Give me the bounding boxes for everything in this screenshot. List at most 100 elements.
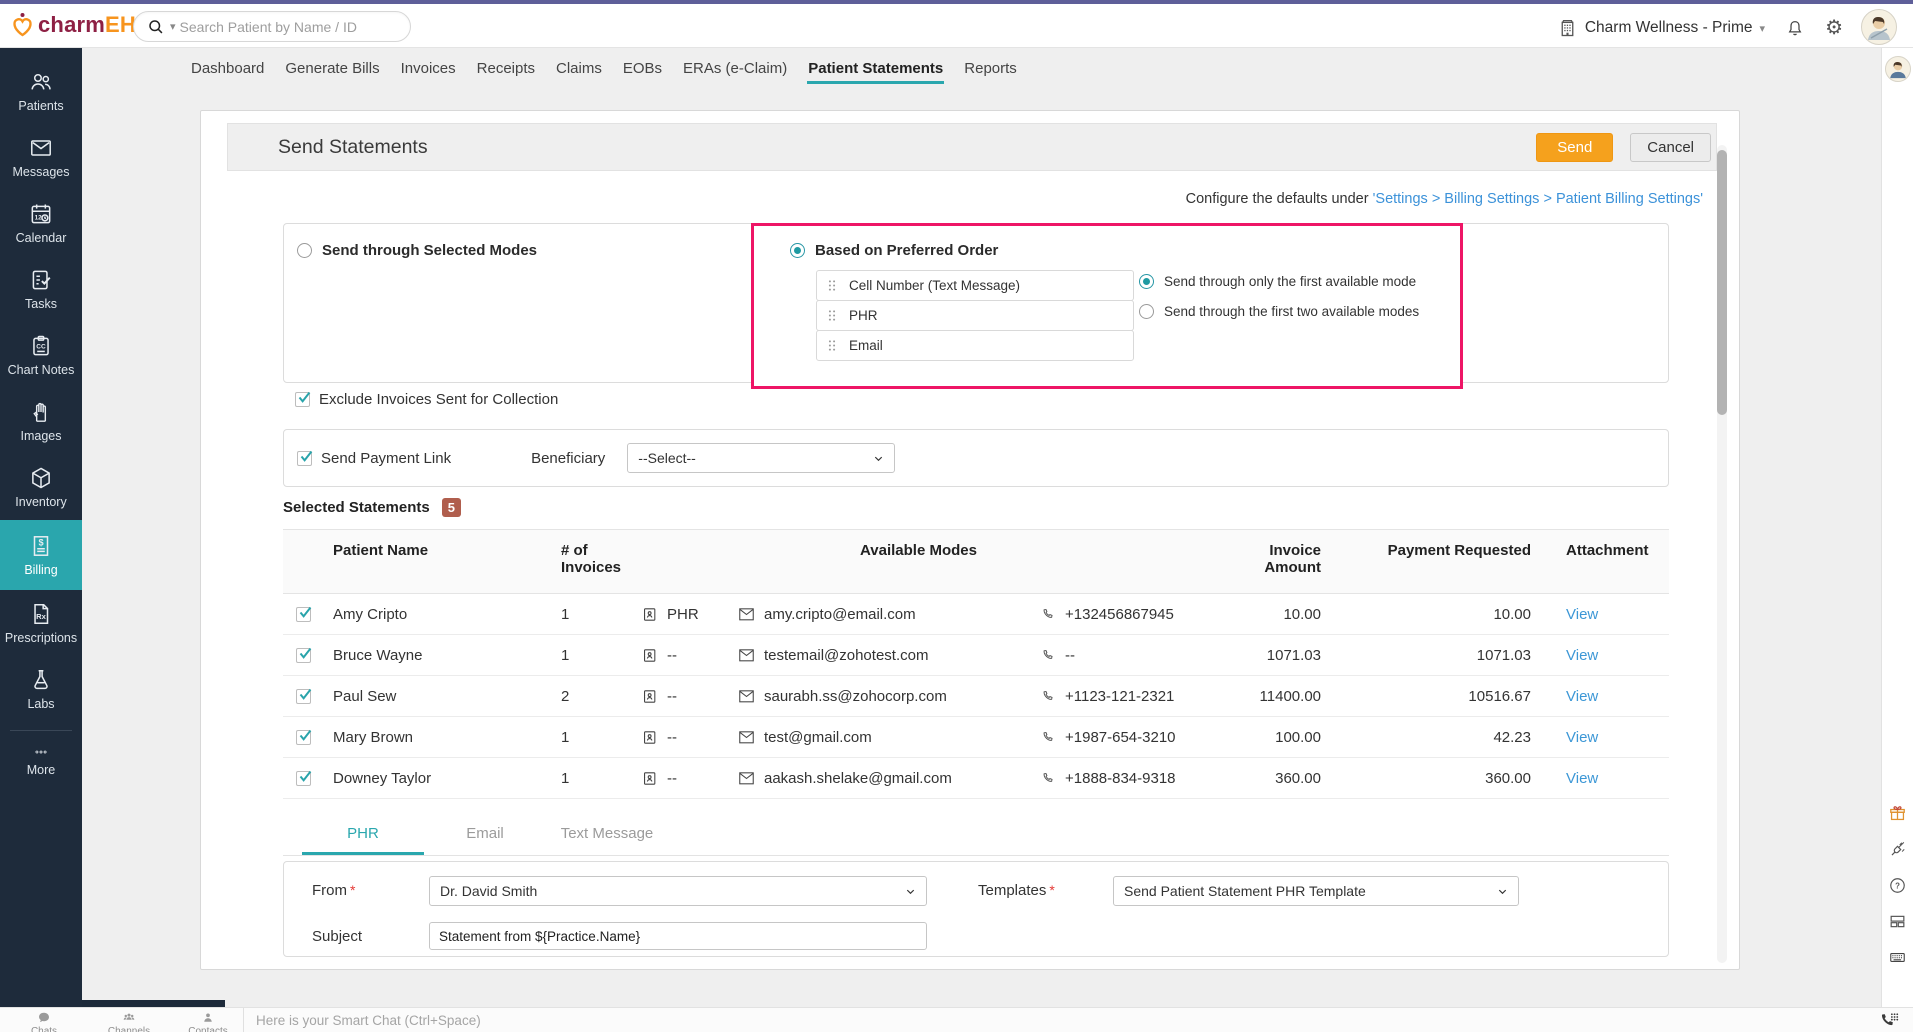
tab-claims[interactable]: Claims — [555, 50, 603, 84]
help-icon[interactable]: ? — [1888, 876, 1907, 895]
flask-icon — [28, 667, 54, 693]
sidebar-item-chart-notes[interactable]: CC Chart Notes — [0, 322, 82, 388]
tab-phr[interactable]: PHR — [302, 814, 424, 855]
cube-icon — [28, 465, 54, 491]
email-mode-cell: testemail@zohotest.com — [738, 647, 1041, 664]
tab-text-message[interactable]: Text Message — [546, 814, 668, 855]
tab-reports[interactable]: Reports — [963, 50, 1018, 84]
phone-mode-cell: -- — [1041, 647, 1251, 664]
sidebar-item-tasks[interactable]: Tasks — [0, 256, 82, 322]
sidebar-item-billing[interactable]: $ Billing — [0, 520, 82, 590]
first-available-radio[interactable] — [1139, 274, 1154, 289]
mail-icon — [738, 730, 755, 745]
sidebar-item-more[interactable]: More — [0, 735, 82, 787]
sidebar-item-labs[interactable]: Labs — [0, 656, 82, 722]
view-link[interactable]: View — [1566, 647, 1598, 664]
from-select[interactable]: Dr. David Smith — [429, 876, 927, 906]
tab-eobs[interactable]: EOBs — [622, 50, 663, 84]
templates-select[interactable]: Send Patient Statement PHR Template — [1113, 876, 1519, 906]
subject-input[interactable] — [429, 922, 927, 950]
patient-search[interactable]: ▾ — [133, 11, 411, 42]
drag-handle-icon[interactable] — [827, 308, 837, 323]
charm-heart-icon — [10, 12, 34, 38]
user-avatar[interactable] — [1861, 9, 1897, 45]
view-link[interactable]: View — [1566, 770, 1598, 787]
chat-bubble-icon — [37, 1011, 51, 1025]
row-checkbox[interactable] — [296, 730, 311, 745]
tab-generate-bills[interactable]: Generate Bills — [284, 50, 380, 84]
smart-chat-input[interactable] — [256, 1008, 1656, 1032]
exclude-invoices-checkbox[interactable] — [295, 392, 310, 407]
sidebar-item-prescriptions[interactable]: Rx Prescriptions — [0, 590, 82, 656]
preferred-order-radio[interactable] — [790, 243, 805, 258]
view-link[interactable]: View — [1566, 688, 1598, 705]
sidebar-item-calendar[interactable]: 12 Calendar — [0, 190, 82, 256]
invoice-count-cell: 1 — [561, 729, 641, 746]
contact-card-icon — [641, 729, 658, 746]
tab-receipts[interactable]: Receipts — [476, 50, 536, 84]
contacts-button[interactable]: Contacts — [182, 1011, 234, 1032]
tab-patient-statements[interactable]: Patient Statements — [807, 50, 944, 84]
chart-notes-icon: CC — [28, 333, 54, 359]
billing-settings-link[interactable]: 'Settings > Billing Settings > Patient B… — [1373, 191, 1703, 207]
statements-table-header: Patient Name # of Invoices Available Mod… — [283, 529, 1669, 594]
selected-modes-radio[interactable] — [297, 243, 312, 258]
tab-email[interactable]: Email — [424, 814, 546, 855]
phr-mode-cell: PHR — [641, 606, 738, 623]
channels-button[interactable]: Channels — [100, 1011, 158, 1032]
sidebar-item-messages[interactable]: Messages — [0, 124, 82, 190]
gift-icon[interactable] — [1888, 804, 1907, 823]
tab-dashboard[interactable]: Dashboard — [190, 50, 265, 84]
invoice-count-cell: 1 — [561, 647, 641, 664]
calendar-icon: 12 — [28, 201, 54, 227]
phone-mode-cell: +132456867945 — [1041, 606, 1251, 623]
contact-person-icon — [201, 1011, 215, 1025]
statements-table-body: Amy Cripto 1 PHR amy.cripto@email.com +1… — [283, 594, 1669, 799]
col-invoice-amount: Invoice Amount — [1251, 530, 1331, 593]
preferred-order-list: Cell Number (Text Message) PHR Email — [816, 270, 1134, 361]
settings-gear-icon[interactable]: ⚙ — [1825, 18, 1843, 38]
view-link[interactable]: View — [1566, 729, 1598, 746]
chats-button[interactable]: Chats — [22, 1011, 66, 1032]
preferred-item-phr[interactable]: PHR — [816, 300, 1134, 331]
search-input[interactable] — [180, 19, 398, 35]
send-payment-link-checkbox[interactable] — [297, 451, 312, 466]
keyboard-icon[interactable] — [1888, 948, 1907, 967]
table-row: Paul Sew 2 -- saurabh.ss@zohocorp.com +1… — [283, 676, 1669, 717]
plug-icon[interactable] — [1888, 840, 1907, 859]
panel-scrollbar-thumb[interactable] — [1717, 150, 1727, 415]
notifications-bell-icon[interactable] — [1785, 18, 1805, 39]
col-available-modes: Available Modes — [641, 530, 1251, 593]
row-checkbox[interactable] — [296, 771, 311, 786]
panels-icon[interactable] — [1888, 912, 1907, 931]
org-selector[interactable]: Charm Wellness - Prime ▾ — [1557, 18, 1765, 39]
sidebar-item-inventory[interactable]: Inventory — [0, 454, 82, 520]
row-checkbox[interactable] — [296, 607, 311, 622]
preferred-item-cell-number[interactable]: Cell Number (Text Message) — [816, 270, 1134, 301]
first-two-radio[interactable] — [1139, 304, 1154, 319]
drag-handle-icon[interactable] — [827, 338, 837, 353]
preferred-order-highlight-box: Based on Preferred Order Cell Number (Te… — [751, 223, 1463, 389]
cancel-button[interactable]: Cancel — [1630, 133, 1711, 162]
row-checkbox[interactable] — [296, 689, 311, 704]
sidebar-item-images[interactable]: Images — [0, 388, 82, 454]
tab-invoices[interactable]: Invoices — [400, 50, 457, 84]
view-link[interactable]: View — [1566, 606, 1598, 623]
payment-requested-cell: 10.00 — [1331, 606, 1541, 623]
svg-text:Rx: Rx — [36, 612, 46, 621]
phone-mode-cell: +1888-834-9318 — [1041, 770, 1251, 787]
preferred-item-email[interactable]: Email — [816, 330, 1134, 361]
mail-icon — [738, 648, 755, 663]
charm-ehr-logo[interactable]: charmEHR — [10, 12, 152, 38]
page-title: Send Statements — [228, 136, 428, 159]
tab-eras[interactable]: ERAs (e-Claim) — [682, 50, 788, 84]
rail-avatar[interactable] — [1885, 56, 1911, 82]
sidebar-item-patients[interactable]: Patients — [0, 58, 82, 124]
row-checkbox[interactable] — [296, 648, 311, 663]
phone-dialpad-icon[interactable] — [1879, 1011, 1899, 1029]
beneficiary-select[interactable]: --Select-- — [627, 443, 895, 473]
payment-requested-cell: 10516.67 — [1331, 688, 1541, 705]
drag-handle-icon[interactable] — [827, 278, 837, 293]
col-patient-name: Patient Name — [333, 530, 561, 593]
send-button[interactable]: Send — [1536, 133, 1613, 162]
